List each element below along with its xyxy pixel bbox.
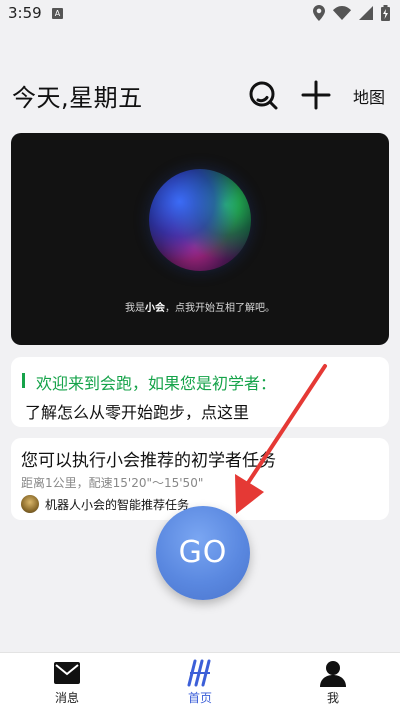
nav-item-me[interactable]: 我 [293,659,373,706]
signal-icon [359,6,373,20]
go-button[interactable]: GO [156,506,250,600]
wifi-icon [333,6,351,20]
welcome-link[interactable]: 了解怎么从零开始跑步，点这里 [25,399,249,423]
nav-item-home[interactable]: 首页 [160,659,240,706]
nav-label-messages: 消息 [54,691,79,705]
task-source: 机器人小会的智能推荐任务 [21,494,189,514]
task-title: 您可以执行小会推荐的初学者任务 [21,451,276,471]
battery-icon [381,5,390,21]
nav-label-me: 我 [326,691,339,705]
status-time: 3:59 [8,4,42,22]
person-icon [320,661,346,687]
welcome-headline: 欢迎来到会跑，如果您是初学者： [36,374,277,393]
nav-label-home: 首页 [187,691,212,705]
task-source-label: 机器人小会的智能推荐任务 [45,497,190,512]
bottom-nav: 消息 首页 我 [0,652,400,713]
search-icon [249,81,278,110]
add-button[interactable] [300,78,332,112]
home-logo-icon [187,659,211,687]
notification-badge-icon: A [52,8,63,19]
task-meta: 距离1公里，配速15'20"～15'50" [21,476,204,490]
nav-item-messages[interactable]: 消息 [27,659,107,706]
welcome-card[interactable]: 欢迎来到会跑，如果您是初学者： 了解怎么从零开始跑步，点这里 [11,357,389,427]
assistant-hero-card[interactable]: 我是小会，点我开始互相了解吧。 [11,133,389,345]
search-button[interactable] [246,78,280,112]
hero-caption-name: 小会 [145,303,165,314]
top-header: 今天,星期五 地图 [0,76,400,116]
plus-icon [301,80,331,110]
hero-caption: 我是小会，点我开始互相了解吧。 [11,299,389,314]
page-title: 今天,星期五 [12,84,143,112]
welcome-accent-bar [22,373,25,388]
assistant-orb-icon[interactable] [149,169,251,271]
hero-caption-prefix: 我是 [125,303,145,314]
status-bar: 3:59 A [0,0,400,28]
map-link[interactable]: 地图 [353,84,385,108]
status-icons [313,5,390,21]
location-icon [313,5,325,21]
mail-icon [54,662,80,684]
hero-caption-suffix: ，点我开始互相了解吧。 [165,303,275,314]
robot-avatar-icon [21,495,39,513]
